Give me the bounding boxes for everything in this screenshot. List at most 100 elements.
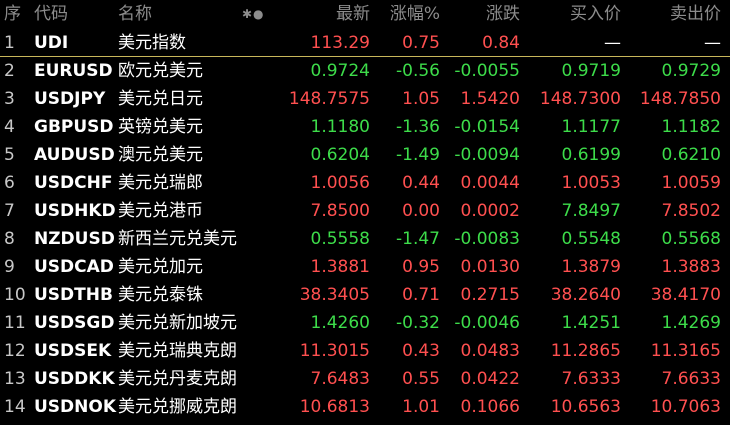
header-code[interactable]: 代码	[34, 0, 116, 29]
row-code: USDNOK	[34, 397, 117, 417]
header-ask[interactable]: 卖出价	[621, 0, 721, 29]
row-name: 美元兑日元	[118, 89, 203, 109]
row-last: 0.9724	[310, 61, 370, 81]
row-pct: -0.32	[396, 313, 440, 333]
row-chg: -0.0046	[454, 313, 520, 333]
table-row[interactable]: 6 USDCHF 美元兑瑞郎 1.0056 0.44 0.0044 1.0053 1.0059	[0, 169, 730, 197]
row-last: 1.1180	[310, 117, 370, 137]
row-last: 38.3405	[299, 285, 370, 305]
row-chg: 0.0130	[460, 257, 520, 277]
row-ask: 0.5568	[661, 229, 721, 249]
row-code: USDSEK	[34, 341, 112, 361]
row-seq: 10	[4, 285, 26, 305]
table-row[interactable]: 11 USDSGD 美元兑新加坡元 1.4260 -0.32 -0.0046 1.4251 1…	[0, 309, 730, 337]
row-seq: 14	[4, 397, 26, 417]
row-code: USDTHB	[34, 285, 113, 305]
row-bid: 11.2865	[550, 341, 621, 361]
row-code: AUDUSD	[34, 145, 115, 165]
row-bid: 10.6563	[550, 397, 621, 417]
table-row[interactable]: 9 USDCAD 美元兑加元 1.3881 0.95 0.0130 1.3879 1.3883	[0, 253, 730, 281]
row-bid: 7.6333	[561, 369, 621, 389]
row-last: 1.3881	[310, 257, 370, 277]
row-seq: 12	[4, 341, 26, 361]
row-bid: 0.5548	[561, 229, 621, 249]
row-bid: 38.2640	[550, 285, 621, 305]
table-row[interactable]: 3 USDJPY 美元兑日元 148.7575 1.05 1.5420 148.7300 14…	[0, 85, 730, 113]
row-chg: 1.5420	[460, 89, 520, 109]
row-bid: 7.8497	[561, 201, 621, 221]
row-seq: 5	[4, 145, 15, 165]
row-bid: 148.7300	[539, 89, 621, 109]
row-pct: 1.01	[402, 397, 440, 417]
row-chg: 0.84	[482, 33, 520, 53]
row-pct: -0.56	[396, 61, 440, 81]
table-row[interactable]: 14 USDNOK 美元兑挪威克朗 10.6813 1.01 0.1066 10.6563 1…	[0, 393, 730, 421]
row-pct: -1.36	[396, 117, 440, 137]
row-code: USDCAD	[34, 257, 114, 277]
table-row[interactable]: 7 USDHKD 美元兑港币 7.8500 0.00 0.0002 7.8497 7.8502	[0, 197, 730, 225]
row-pct: -1.47	[396, 229, 440, 249]
row-last: 1.0056	[310, 173, 370, 193]
row-name: 新西兰元兑美元	[118, 229, 237, 249]
table-row[interactable]: 13 USDDKK 美元兑丹麦克朗 7.6483 0.55 0.0422 7.6333 7.6…	[0, 365, 730, 393]
header-chg[interactable]: 涨跌	[440, 0, 520, 29]
row-seq: 9	[4, 257, 15, 277]
row-ask: 7.8502	[661, 201, 721, 221]
row-chg: 0.0002	[460, 201, 520, 221]
table-header: 序 代码 名称 ✱● 最新 涨幅% 涨跌 买入价 卖出价	[0, 0, 730, 29]
row-pct: 0.95	[402, 257, 440, 277]
table-row[interactable]: 4 GBPUSD 英镑兑美元 1.1180 -1.36 -0.0154 1.1177 1.11…	[0, 113, 730, 141]
row-seq: 11	[4, 313, 26, 333]
row-seq: 2	[4, 61, 15, 81]
row-chg: -0.0055	[454, 61, 520, 81]
row-bid: 0.6199	[561, 145, 621, 165]
row-seq: 3	[4, 89, 15, 109]
row-code: EURUSD	[34, 61, 113, 81]
row-name: 美元兑挪威克朗	[118, 397, 237, 417]
row-seq: 1	[4, 33, 15, 53]
row-bid: 1.3879	[561, 257, 621, 277]
row-ask: 1.0059	[661, 173, 721, 193]
row-pct: 0.44	[402, 173, 440, 193]
table-row[interactable]: 8 NZDUSD 新西兰元兑美元 0.5558 -1.47 -0.0083 0.5548 0.…	[0, 225, 730, 253]
row-last: 0.6204	[310, 145, 370, 165]
row-ask: 0.6210	[661, 145, 721, 165]
row-seq: 4	[4, 117, 15, 137]
row-seq: 8	[4, 229, 15, 249]
row-last: 1.4260	[310, 313, 370, 333]
row-ask: 38.4170	[650, 285, 721, 305]
row-chg: 0.0483	[460, 341, 520, 361]
header-seq[interactable]: 序	[4, 0, 30, 29]
row-code: GBPUSD	[34, 117, 114, 137]
table-row[interactable]: 5 AUDUSD 澳元兑美元 0.6204 -1.49 -0.0094 0.6199 0.62…	[0, 141, 730, 169]
row-last: 7.8500	[310, 201, 370, 221]
row-name: 美元兑丹麦克朗	[118, 369, 237, 389]
row-code: USDCHF	[34, 173, 113, 193]
table-row[interactable]: 10 USDTHB 美元兑泰铢 38.3405 0.71 0.2715 38.2640 38.…	[0, 281, 730, 309]
row-bid: 0.9719	[561, 61, 621, 81]
row-ask: —	[704, 33, 721, 53]
row-ask: 10.7063	[650, 397, 721, 417]
table-row[interactable]: 2 EURUSD 欧元兑美元 0.9724 -0.56 -0.0055 0.9719 0.97…	[0, 57, 730, 85]
row-code: NZDUSD	[34, 229, 115, 249]
row-bid: 1.0053	[561, 173, 621, 193]
header-last[interactable]: 最新	[270, 0, 370, 29]
row-name: 美元兑瑞典克朗	[118, 341, 237, 361]
row-code: USDHKD	[34, 201, 116, 221]
row-seq: 13	[4, 369, 26, 389]
row-ask: 148.7850	[639, 89, 721, 109]
quote-table: 序 代码 名称 ✱● 最新 涨幅% 涨跌 买入价 卖出价 1 UDI 美元指数 113…	[0, 0, 730, 425]
header-bid[interactable]: 买入价	[521, 0, 621, 29]
row-name: 美元兑泰铢	[118, 285, 203, 305]
row-name: 欧元兑美元	[118, 61, 203, 81]
row-name: 澳元兑美元	[118, 145, 203, 165]
row-code: USDJPY	[34, 89, 106, 109]
row-pct: 1.05	[402, 89, 440, 109]
row-ask: 7.6633	[661, 369, 721, 389]
row-ask: 0.9729	[661, 61, 721, 81]
row-chg: 0.0044	[460, 173, 520, 193]
row-last: 148.7575	[288, 89, 370, 109]
table-row[interactable]: 12 USDSEK 美元兑瑞典克朗 11.3015 0.43 0.0483 11.2865 1…	[0, 337, 730, 365]
table-row[interactable]: 1 UDI 美元指数 113.29 0.75 0.84 — —	[0, 29, 730, 57]
header-pct[interactable]: 涨幅%	[370, 0, 440, 29]
